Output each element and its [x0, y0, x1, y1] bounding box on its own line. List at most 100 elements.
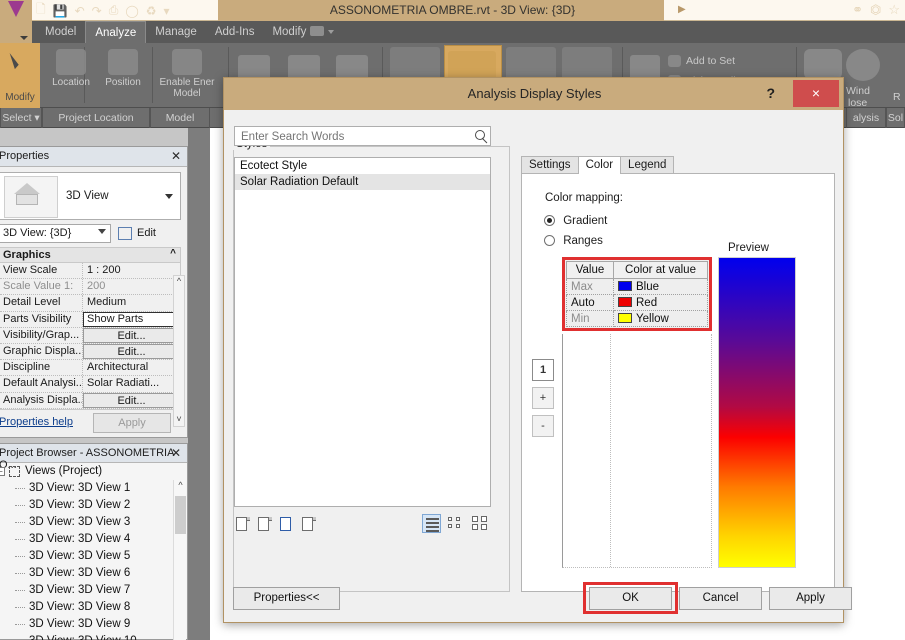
list-item[interactable]: 3D View: 3D View 1	[0, 480, 187, 497]
radio-ranges[interactable]: Ranges	[544, 235, 603, 247]
apply-button[interactable]: Apply	[769, 587, 852, 610]
list-item-solar-radiation-default[interactable]: Solar Radiation Default	[235, 174, 490, 190]
close-icon[interactable]: ✕	[171, 149, 181, 163]
ribbon-tab-analyze[interactable]: Analyze	[85, 21, 147, 43]
property-value[interactable]: Solar Radiati...	[83, 376, 180, 391]
ribbon-tab-model[interactable]: Model	[36, 21, 85, 43]
radio-gradient[interactable]: Gradient	[544, 215, 607, 227]
open-icon[interactable]: 🗋	[36, 0, 46, 21]
app-logo[interactable]	[0, 0, 32, 21]
property-row[interactable]: View Scale 1 : 200	[0, 263, 180, 280]
property-row[interactable]: Discipline Architectural	[0, 360, 180, 377]
property-edit-button[interactable]: Edit...	[83, 392, 180, 408]
properties-help-link[interactable]: Properties help	[0, 416, 73, 428]
property-edit-button[interactable]: Edit...	[83, 327, 180, 343]
ok-button[interactable]: OK	[589, 587, 672, 610]
property-value[interactable]: 1 : 200	[83, 263, 180, 278]
list-item-ecotect-style[interactable]: Ecotect Style	[235, 158, 490, 174]
property-value[interactable]: Show Parts	[83, 311, 180, 327]
cancel-button[interactable]: Cancel	[679, 587, 762, 610]
ribbon-button-enable-energy-model[interactable]: Enable Ener Model	[156, 45, 218, 103]
scroll-up-icon[interactable]: ^	[174, 480, 187, 493]
new-style-icon[interactable]	[234, 516, 251, 534]
measure-icon[interactable]: ◯	[125, 4, 138, 18]
help-icon[interactable]: ?	[766, 85, 775, 101]
cell-value-max[interactable]: Max	[566, 278, 614, 295]
application-menu-button[interactable]	[0, 21, 32, 43]
sync-icon[interactable]: ♻	[146, 4, 157, 18]
ribbon-tab-addins[interactable]: Add-Ins	[206, 21, 264, 43]
add-row-button[interactable]: +	[532, 387, 554, 409]
close-icon[interactable]: ✕	[171, 446, 181, 460]
table-row[interactable]: Max Blue	[566, 278, 708, 295]
quick-access-toolbar[interactable]: 🗋 💾 ↶ ↷ ⎙ ◯ ♻ ▾	[36, 2, 170, 19]
property-value[interactable]: Medium	[83, 295, 180, 310]
styles-list[interactable]: Ecotect Style Solar Radiation Default	[234, 157, 491, 507]
property-row[interactable]: Analysis Displa... Edit...	[0, 392, 180, 409]
print-icon[interactable]: ⎙	[109, 3, 119, 18]
group-label-select[interactable]: Select ▾	[0, 108, 42, 128]
qat-caret-icon[interactable]: ▾	[164, 4, 170, 18]
list-item[interactable]: 3D View: 3D View 9	[0, 616, 187, 633]
list-item[interactable]: 3D View: 3D View 4	[0, 531, 187, 548]
list-item[interactable]: 3D View: 3D View 2	[0, 497, 187, 514]
color-swatch[interactable]	[618, 312, 632, 323]
project-browser-root[interactable]: − Views (Project)	[0, 463, 187, 480]
properties-apply-button[interactable]: Apply	[93, 412, 171, 433]
scrollbar-thumb[interactable]	[175, 496, 186, 534]
table-row[interactable]: Min Yellow	[566, 310, 708, 327]
color-swatch[interactable]	[618, 296, 632, 307]
save-icon[interactable]: 💾	[53, 4, 68, 18]
ribbon-label-add-to-set[interactable]: Add to Set	[686, 55, 735, 67]
search-input[interactable]	[239, 129, 465, 144]
help-icon[interactable]: ⚭	[852, 2, 863, 18]
property-edit-button[interactable]: Edit...	[83, 343, 180, 359]
remove-row-button[interactable]: -	[532, 415, 554, 437]
property-row[interactable]: Visibility/Grap... Edit...	[0, 327, 180, 344]
list-item[interactable]: 3D View: 3D View 6	[0, 565, 187, 582]
project-browser-scrollbar[interactable]: ^	[173, 480, 186, 640]
cell-color-min[interactable]: Yellow	[613, 310, 708, 327]
color-mapping-table[interactable]: Value Color at value Max Blue Auto Red M…	[562, 257, 712, 331]
redo-icon[interactable]: ↷	[92, 4, 102, 18]
edit-type-button[interactable]: Edit Type	[117, 224, 181, 258]
list-item[interactable]: 3D View: 3D View 8	[0, 599, 187, 616]
property-row[interactable]: Graphic Displa... Edit...	[0, 343, 180, 361]
chevron-down-icon[interactable]	[165, 194, 173, 199]
list-item[interactable]: 3D View: 3D View 3	[0, 514, 187, 531]
cell-color-max[interactable]: Blue	[613, 278, 708, 295]
property-row[interactable]: Scale Value 1: 200	[0, 279, 180, 296]
property-row[interactable]: Detail Level Medium	[0, 295, 180, 312]
color-swatch[interactable]	[618, 280, 632, 291]
close-icon[interactable]: ×	[793, 80, 839, 107]
property-value[interactable]: Architectural	[83, 360, 180, 375]
table-row[interactable]: Auto Red	[566, 294, 708, 311]
property-row[interactable]: Default Analysi... Solar Radiati...	[0, 376, 180, 393]
ribbon-tab-modify[interactable]: Modify	[263, 21, 315, 43]
minimize-icon[interactable]: ⏣	[870, 2, 881, 18]
duplicate-style-icon[interactable]	[256, 516, 273, 534]
small-icons-view-icon[interactable]	[447, 514, 466, 533]
cell-value-auto[interactable]: Auto	[566, 294, 614, 311]
properties-group-header[interactable]: Graphics ^	[0, 247, 181, 263]
modify-button[interactable]: Modify	[0, 43, 40, 108]
list-item[interactable]: 3D View: 3D View 10	[0, 633, 187, 640]
tab-settings[interactable]: Settings	[521, 156, 579, 174]
search-box[interactable]	[234, 126, 491, 146]
list-item[interactable]: 3D View: 3D View 5	[0, 548, 187, 565]
ribbon-tab-manage[interactable]: Manage	[146, 21, 206, 43]
chevron-up-icon[interactable]: ^	[170, 248, 176, 259]
add-to-set-icon[interactable]	[668, 55, 681, 67]
family-type-selector[interactable]: 3D View	[0, 172, 181, 220]
list-view-icon[interactable]	[422, 514, 441, 533]
properties-toggle-button[interactable]: Properties<<	[233, 587, 340, 610]
collapse-icon[interactable]: −	[0, 467, 5, 476]
large-icons-view-icon[interactable]	[472, 514, 491, 533]
ribbon-button-position[interactable]: Position	[96, 45, 150, 103]
properties-scrollbar[interactable]: ^ ˅	[173, 275, 185, 427]
rename-style-icon[interactable]	[278, 516, 295, 534]
cell-color-auto[interactable]: Red	[613, 294, 708, 311]
list-item[interactable]: 3D View: 3D View 7	[0, 582, 187, 599]
chevron-down-icon[interactable]	[328, 30, 334, 34]
title-overflow-icon[interactable]: ▶	[678, 4, 686, 15]
